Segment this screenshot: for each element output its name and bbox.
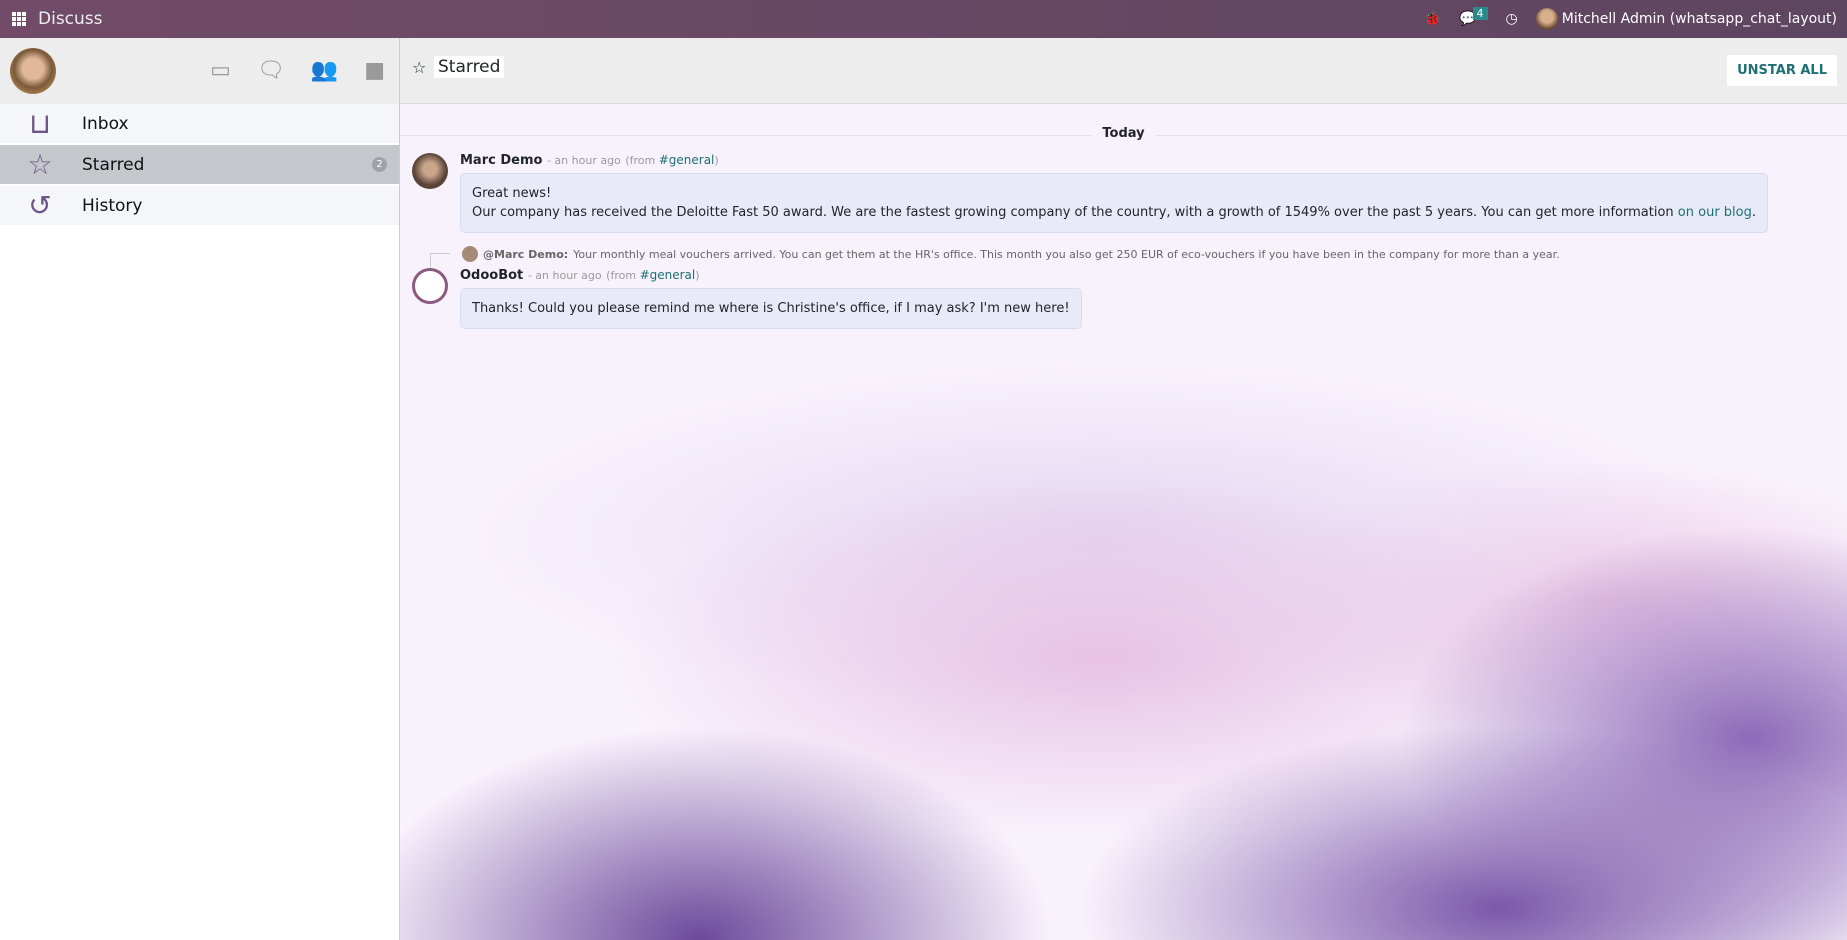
sidebar-item-starred[interactable]: ☆ Starred 2	[0, 145, 399, 184]
author-name[interactable]: OdooBot	[460, 268, 523, 283]
message-end: .	[1751, 205, 1757, 220]
channel-link[interactable]: #general	[640, 268, 696, 282]
sidebar-item-label: History	[82, 195, 143, 216]
user-avatar	[1535, 8, 1558, 30]
sidebar-item-history[interactable]: ↺ History	[0, 186, 399, 225]
odoobot-avatar[interactable]	[412, 268, 448, 304]
author-name[interactable]: Marc Demo	[460, 153, 542, 168]
message-time: - an hour ago	[546, 154, 621, 167]
messages-badge: 4	[1472, 7, 1488, 20]
app-name[interactable]: Discuss	[38, 9, 103, 29]
apps-menu-icon[interactable]	[12, 12, 26, 26]
history-icon: ↺	[28, 189, 52, 222]
message-line: Our company has received the Deloitte Fa…	[472, 205, 1678, 220]
discuss-sidebar: ▭ 🗨 👥 ■ ⊔ Inbox ☆ Starred 2 ↺ History	[0, 38, 400, 940]
debug-icon[interactable]: 🐞	[1424, 11, 1441, 27]
sidebar-item-label: Starred	[82, 154, 145, 175]
sidebar-item-inbox[interactable]: ⊔ Inbox	[0, 104, 399, 143]
starred-count-badge: 2	[372, 157, 387, 172]
user-menu[interactable]: Mitchell Admin (whatsapp_chat_layout)	[1535, 8, 1837, 30]
inbox-icon[interactable]: ▭	[210, 58, 231, 83]
current-user-avatar[interactable]	[10, 48, 56, 94]
users-icon[interactable]: 👥	[311, 58, 338, 83]
thread-title: Starred	[434, 56, 505, 78]
inbox-icon: ⊔	[29, 107, 51, 140]
date-separator: Today	[400, 126, 1847, 141]
unstar-all-button[interactable]: UNSTAR ALL	[1727, 55, 1837, 86]
star-icon: ☆	[27, 148, 53, 181]
blog-link[interactable]: on our blog	[1678, 205, 1752, 220]
reply-author-avatar	[462, 246, 478, 262]
messages-menu[interactable]: 💬4	[1459, 7, 1488, 27]
date-label: Today	[1092, 126, 1155, 141]
star-icon: ☆	[412, 58, 427, 77]
user-name: Mitchell Admin (whatsapp_chat_layout)	[1561, 11, 1837, 27]
message-bubble: Great news! Our company has received the…	[460, 173, 1769, 233]
message-line: Great news!	[472, 186, 552, 201]
top-navbar: Discuss 🐞 💬4 ◷ Mitchell Admin (whatsapp_…	[0, 0, 1847, 38]
from-suffix: )	[695, 269, 700, 282]
sidebar-header: ▭ 🗨 👥 ■	[0, 38, 399, 104]
video-camera-icon[interactable]: ■	[364, 58, 385, 83]
message-body: Thanks! Could you please remind me where…	[472, 301, 1070, 316]
message-time: - an hour ago	[527, 269, 602, 282]
channel-link[interactable]: #general	[659, 153, 715, 167]
from-label: (from	[625, 154, 659, 167]
thread-view: ☆ Starred UNSTAR ALL Today Marc Demo - a…	[400, 38, 1847, 940]
from-suffix: )	[714, 154, 719, 167]
reply-text[interactable]: Your monthly meal vouchers arrived. You …	[573, 248, 1560, 261]
message-bubble: Thanks! Could you please remind me where…	[460, 288, 1082, 329]
reply-author[interactable]: @Marc Demo:	[483, 248, 568, 261]
sidebar-item-label: Inbox	[82, 113, 129, 134]
thread-header: ☆ Starred UNSTAR ALL	[400, 38, 1847, 104]
chat-icon[interactable]: 🗨	[257, 58, 285, 83]
author-avatar[interactable]	[412, 153, 448, 189]
from-label: (from	[606, 269, 640, 282]
activity-clock-icon[interactable]: ◷	[1506, 11, 1518, 27]
